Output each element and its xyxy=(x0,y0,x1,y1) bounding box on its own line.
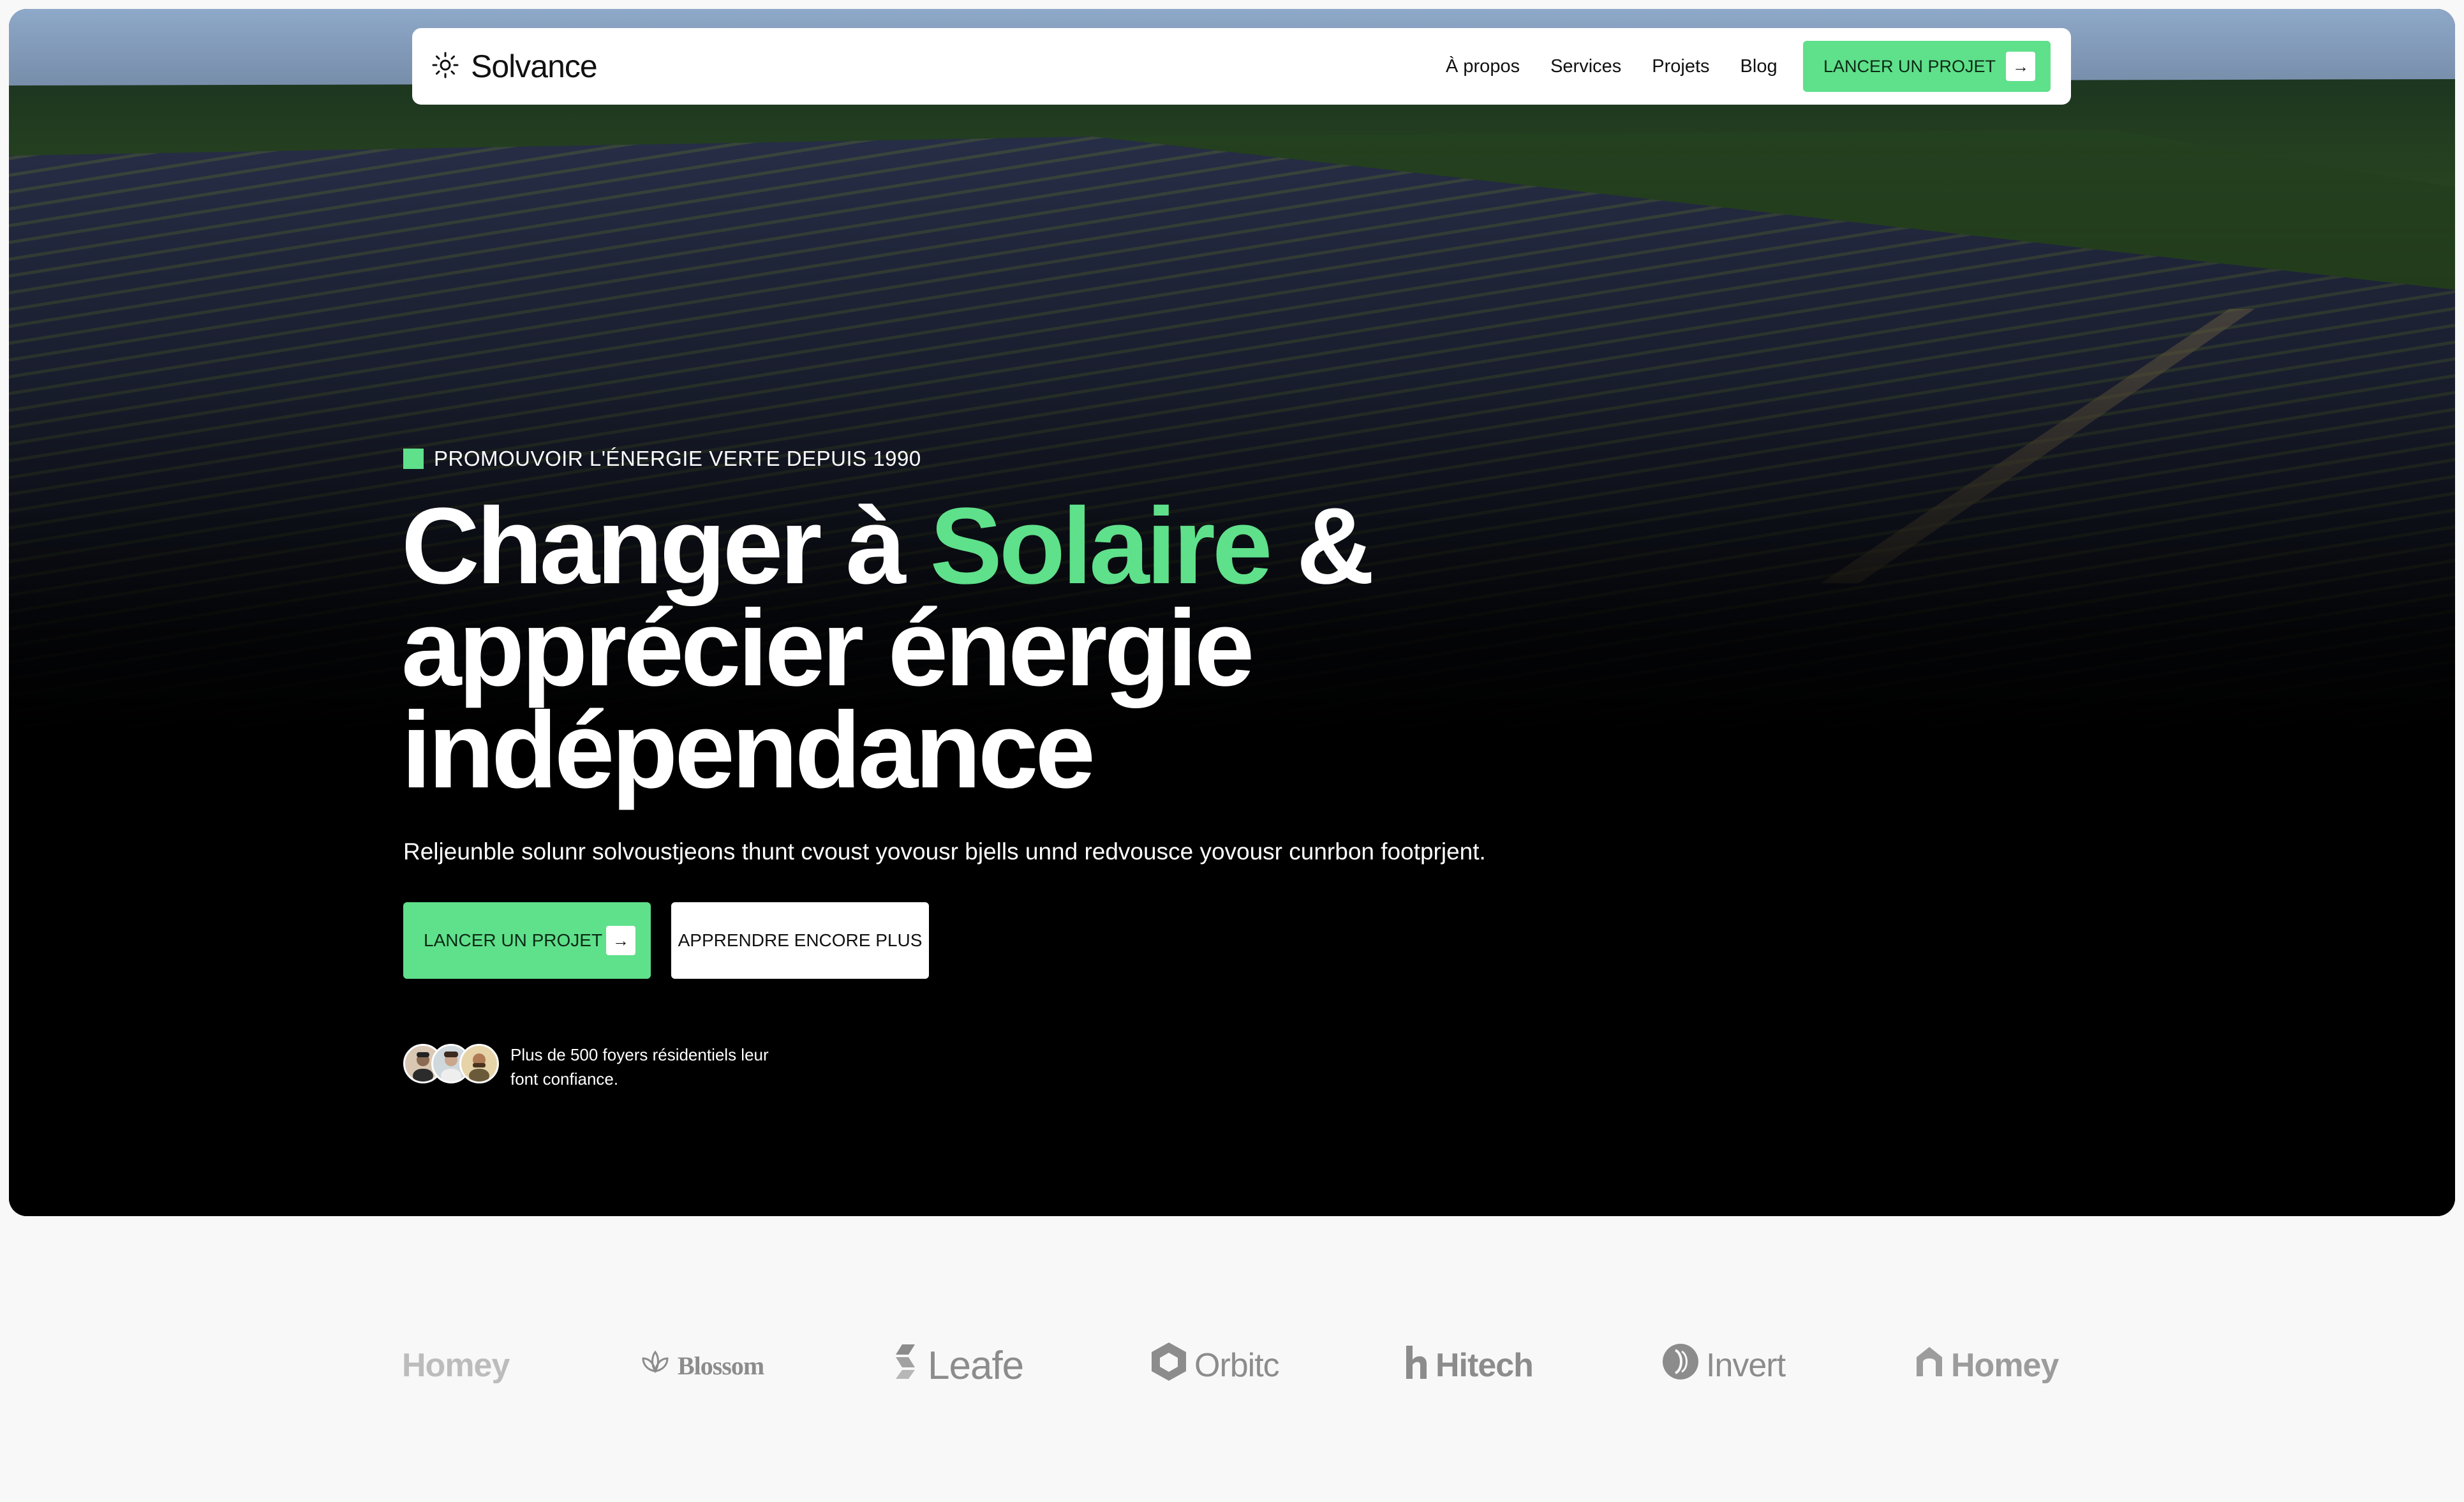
nav-link-blog[interactable]: Blog xyxy=(1740,56,1777,77)
learn-more-label: APPRENDRE ENCORE PLUS xyxy=(678,930,923,950)
partner-name: Blossom xyxy=(678,1351,764,1380)
partner-name: Hitech xyxy=(1436,1347,1534,1384)
sun-icon xyxy=(431,51,459,82)
partner-logo-invert: Invert xyxy=(1661,1327,1786,1404)
nav-cta-label: LANCER UN PROJET xyxy=(1823,56,1996,76)
partner-name: Leafe xyxy=(928,1343,1024,1388)
partner-name: Invert xyxy=(1706,1347,1786,1384)
lotus-icon xyxy=(639,1347,678,1385)
partner-logo-blossom: Blossom xyxy=(639,1327,764,1404)
nav-link-services[interactable]: Services xyxy=(1550,56,1621,77)
hero-section: Solvance À propos Services Projets Blog … xyxy=(9,9,2455,1216)
launch-project-label: LANCER UN PROJET xyxy=(424,930,603,950)
hero-subtitle: Reljeunble solunr solvoustjeons thunt cv… xyxy=(403,838,1486,865)
brand-logo[interactable]: Solvance xyxy=(431,28,598,105)
nav-link-projects[interactable]: Projets xyxy=(1652,56,1709,77)
hero-tagline: PROMOUVOIR L'ÉNERGIE VERTE DEPUIS 1990 xyxy=(403,447,921,471)
arrow-right-icon: → xyxy=(2006,52,2035,81)
hero-headline: Changer à Solaire & apprécier énergie in… xyxy=(401,492,1375,805)
trust-line-2: font confiance. xyxy=(510,1069,619,1089)
arrow-right-icon: → xyxy=(606,926,635,955)
partner-logos: Homey Blossom Leafe Orbitc Hitech Invert xyxy=(396,1327,2080,1404)
nav-links: À propos Services Projets Blog xyxy=(1446,28,1808,105)
headline-part2: & xyxy=(1269,486,1375,607)
top-navbar: Solvance À propos Services Projets Blog … xyxy=(412,28,2071,105)
customer-avatars xyxy=(403,1044,505,1089)
partner-logo-homey: Homey xyxy=(402,1327,510,1404)
tag-square-icon xyxy=(403,449,424,469)
leaf-icon xyxy=(893,1342,928,1390)
partner-logo-orbitc: Orbitc xyxy=(1150,1327,1280,1404)
launch-project-button[interactable]: LANCER UN PROJET → xyxy=(403,902,651,979)
partner-logo-hitech: Hitech xyxy=(1405,1327,1534,1404)
partner-logo-homey: Homey xyxy=(1914,1327,2059,1404)
trust-text: Plus de 500 foyers résidentiels leur fon… xyxy=(510,1043,810,1091)
nav-launch-project-button[interactable]: LANCER UN PROJET → xyxy=(1803,41,2051,92)
partner-name: Homey xyxy=(1951,1347,2059,1384)
trust-line-1: Plus de 500 foyers résidentiels leur xyxy=(510,1045,769,1064)
hitech-icon xyxy=(1405,1343,1436,1388)
partner-name: Homey xyxy=(402,1347,510,1384)
hexagon-icon xyxy=(1150,1341,1194,1390)
circle-wave-icon xyxy=(1661,1342,1706,1389)
learn-more-button[interactable]: APPRENDRE ENCORE PLUS xyxy=(671,902,929,979)
avatar xyxy=(459,1044,499,1083)
tagline-text: PROMOUVOIR L'ÉNERGIE VERTE DEPUIS 1990 xyxy=(434,447,921,470)
partner-logo-leafe: Leafe xyxy=(893,1327,1024,1404)
headline-line3: indépendance xyxy=(401,690,1095,811)
nav-link-about[interactable]: À propos xyxy=(1446,56,1520,77)
partner-name: Orbitc xyxy=(1194,1347,1280,1384)
house-icon xyxy=(1914,1346,1951,1386)
brand-name: Solvance xyxy=(471,48,598,84)
